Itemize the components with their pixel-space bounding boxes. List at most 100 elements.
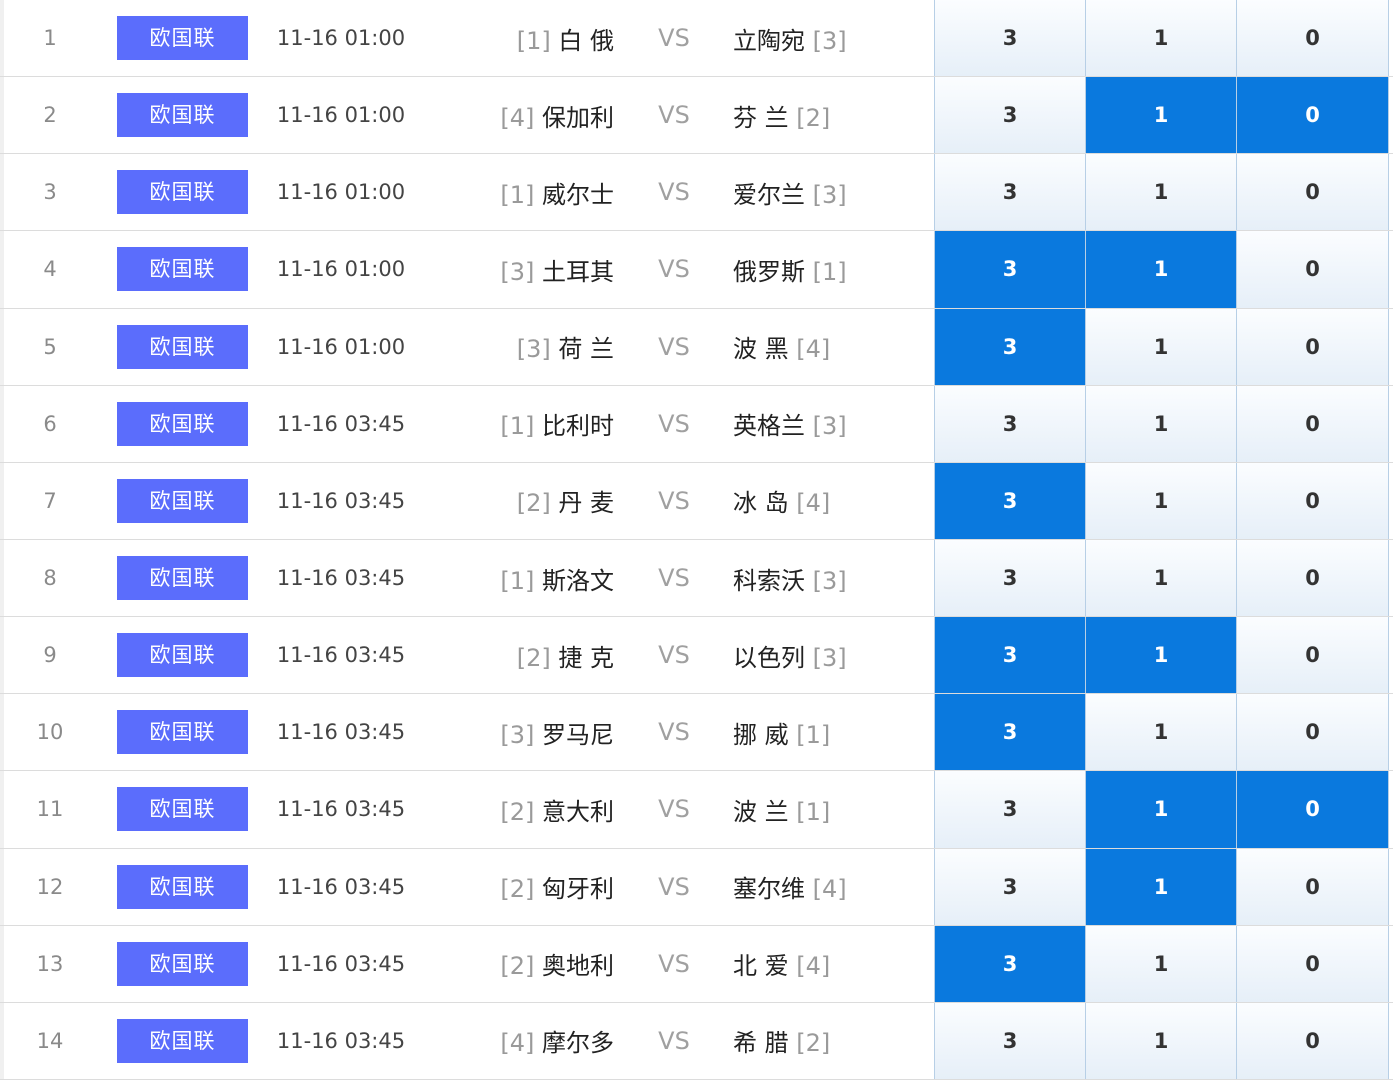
- home-team: [3] 罗马尼: [500, 715, 614, 750]
- odds-loss-button[interactable]: 0: [1236, 848, 1389, 925]
- league-badge[interactable]: 欧国联: [117, 941, 248, 986]
- match-number: 3: [43, 180, 57, 205]
- odds-loss-button[interactable]: 0: [1236, 617, 1389, 694]
- vs-label: VS: [658, 641, 690, 670]
- kickoff-time: 11-16 01:00: [276, 257, 406, 282]
- away-rank: [3]: [812, 566, 847, 595]
- kickoff-time: 11-16 03:45: [276, 488, 406, 513]
- odds-win-button[interactable]: 3: [934, 0, 1085, 77]
- odds-win-button[interactable]: 3: [934, 308, 1085, 385]
- match-row: 3 欧国联 11-16 01:00 [1] 威尔士 VS 爱尔兰 [3] 3 1 0: [0, 154, 1393, 232]
- home-team: [1] 斯洛文: [500, 561, 614, 596]
- odds-loss-button[interactable]: 0: [1236, 77, 1389, 154]
- odds-draw-button[interactable]: 1: [1085, 154, 1236, 231]
- odds-loss-button[interactable]: 0: [1236, 0, 1389, 77]
- kickoff-time: 11-16 03:45: [276, 566, 406, 591]
- away-rank: [3]: [812, 26, 847, 55]
- home-rank: [2]: [500, 875, 535, 904]
- odds-loss-button[interactable]: 0: [1236, 925, 1389, 1002]
- odds-draw-button[interactable]: 1: [1085, 694, 1236, 771]
- league-badge[interactable]: 欧国联: [117, 324, 248, 369]
- vs-label: VS: [658, 718, 690, 747]
- away-team-name: 爱尔兰: [733, 180, 805, 209]
- odds-draw-button[interactable]: 1: [1085, 308, 1236, 385]
- league-badge[interactable]: 欧国联: [117, 1018, 248, 1063]
- league-badge[interactable]: 欧国联: [117, 864, 248, 909]
- odds-win-button[interactable]: 3: [934, 925, 1085, 1002]
- odds-draw-button[interactable]: 1: [1085, 925, 1236, 1002]
- match-row: 8 欧国联 11-16 03:45 [1] 斯洛文 VS 科索沃 [3] 3 1 0: [0, 539, 1393, 618]
- odds-win-button[interactable]: 3: [934, 462, 1085, 539]
- away-team-name: 希 腊: [733, 1029, 789, 1058]
- match-number: 6: [43, 411, 57, 436]
- odds-loss-button[interactable]: 0: [1236, 1002, 1389, 1079]
- away-team-name: 塞尔维: [733, 875, 805, 904]
- odds-draw-button[interactable]: 1: [1085, 0, 1236, 77]
- league-badge[interactable]: 欧国联: [117, 478, 248, 523]
- odds-loss-button[interactable]: 0: [1236, 231, 1389, 308]
- away-team: 俄罗斯 [1]: [733, 252, 847, 287]
- home-team-name: 荷 兰: [558, 335, 614, 364]
- odds-loss-button[interactable]: 0: [1236, 385, 1389, 462]
- match-row: 7 欧国联 11-16 03:45 [2] 丹 麦 VS 冰 岛 [4] 3 1 0: [0, 462, 1393, 540]
- kickoff-time: 11-16 03:45: [276, 411, 406, 436]
- kickoff-time: 11-16 01:00: [276, 180, 406, 205]
- home-rank: [1]: [500, 566, 535, 595]
- odds-loss-button[interactable]: 0: [1236, 694, 1389, 771]
- match-row: 4 欧国联 11-16 01:00 [3] 土耳其 VS 俄罗斯 [1] 3 1 0: [0, 231, 1393, 309]
- odds-win-button[interactable]: 3: [934, 539, 1085, 617]
- odds-draw-button[interactable]: 1: [1085, 539, 1236, 617]
- odds-draw-button[interactable]: 1: [1085, 617, 1236, 694]
- league-badge[interactable]: 欧国联: [117, 16, 248, 61]
- kickoff-time: 11-16 03:45: [276, 720, 406, 745]
- odds-draw-button[interactable]: 1: [1085, 1002, 1236, 1079]
- league-badge[interactable]: 欧国联: [117, 787, 248, 832]
- away-team: 爱尔兰 [3]: [733, 175, 847, 210]
- odds-draw-button[interactable]: 1: [1085, 771, 1236, 848]
- league-badge[interactable]: 欧国联: [117, 556, 248, 601]
- odds-draw-button[interactable]: 1: [1085, 848, 1236, 925]
- away-team: 冰 岛 [4]: [733, 483, 830, 518]
- odds-win-button[interactable]: 3: [934, 154, 1085, 231]
- home-rank: [4]: [500, 1029, 535, 1058]
- league-badge[interactable]: 欧国联: [117, 401, 248, 446]
- vs-label: VS: [658, 564, 690, 593]
- league-badge[interactable]: 欧国联: [117, 247, 248, 292]
- odds-win-button[interactable]: 3: [934, 694, 1085, 771]
- league-badge[interactable]: 欧国联: [117, 710, 248, 755]
- home-team-name: 罗马尼: [542, 720, 614, 749]
- odds-loss-button[interactable]: 0: [1236, 539, 1389, 617]
- odds-loss-button[interactable]: 0: [1236, 462, 1389, 539]
- home-team-name: 意大利: [542, 797, 614, 826]
- kickoff-time: 11-16 01:00: [276, 26, 406, 51]
- away-team: 北 爱 [4]: [733, 946, 830, 981]
- odds-draw-button[interactable]: 1: [1085, 385, 1236, 462]
- odds-win-button[interactable]: 3: [934, 77, 1085, 154]
- vs-label: VS: [658, 949, 690, 978]
- league-badge[interactable]: 欧国联: [117, 170, 248, 215]
- odds-win-button[interactable]: 3: [934, 617, 1085, 694]
- vs-label: VS: [658, 332, 690, 361]
- away-team: 立陶宛 [3]: [733, 21, 847, 56]
- home-team-name: 白 俄: [558, 26, 614, 55]
- odds-draw-button[interactable]: 1: [1085, 462, 1236, 539]
- vs-label: VS: [658, 255, 690, 284]
- odds-draw-button[interactable]: 1: [1085, 231, 1236, 308]
- match-row: 2 欧国联 11-16 01:00 [4] 保加利 VS 芬 兰 [2] 3 1 0: [0, 77, 1393, 155]
- odds-win-button[interactable]: 3: [934, 385, 1085, 462]
- odds-loss-button[interactable]: 0: [1236, 154, 1389, 231]
- odds-win-button[interactable]: 3: [934, 771, 1085, 848]
- away-rank: [1]: [796, 720, 831, 749]
- league-badge[interactable]: 欧国联: [117, 93, 248, 138]
- match-row: 6 欧国联 11-16 03:45 [1] 比利时 VS 英格兰 [3] 3 1 0: [0, 385, 1393, 463]
- match-number: 7: [43, 488, 57, 513]
- league-badge[interactable]: 欧国联: [117, 633, 248, 678]
- odds-loss-button[interactable]: 0: [1236, 771, 1389, 848]
- match-row: 1 欧国联 11-16 01:00 [1] 白 俄 VS 立陶宛 [3] 3 1 0: [0, 0, 1393, 78]
- odds-win-button[interactable]: 3: [934, 1002, 1085, 1079]
- match-number: 13: [36, 951, 64, 976]
- odds-win-button[interactable]: 3: [934, 848, 1085, 925]
- odds-draw-button[interactable]: 1: [1085, 77, 1236, 154]
- odds-win-button[interactable]: 3: [934, 231, 1085, 308]
- odds-loss-button[interactable]: 0: [1236, 308, 1389, 385]
